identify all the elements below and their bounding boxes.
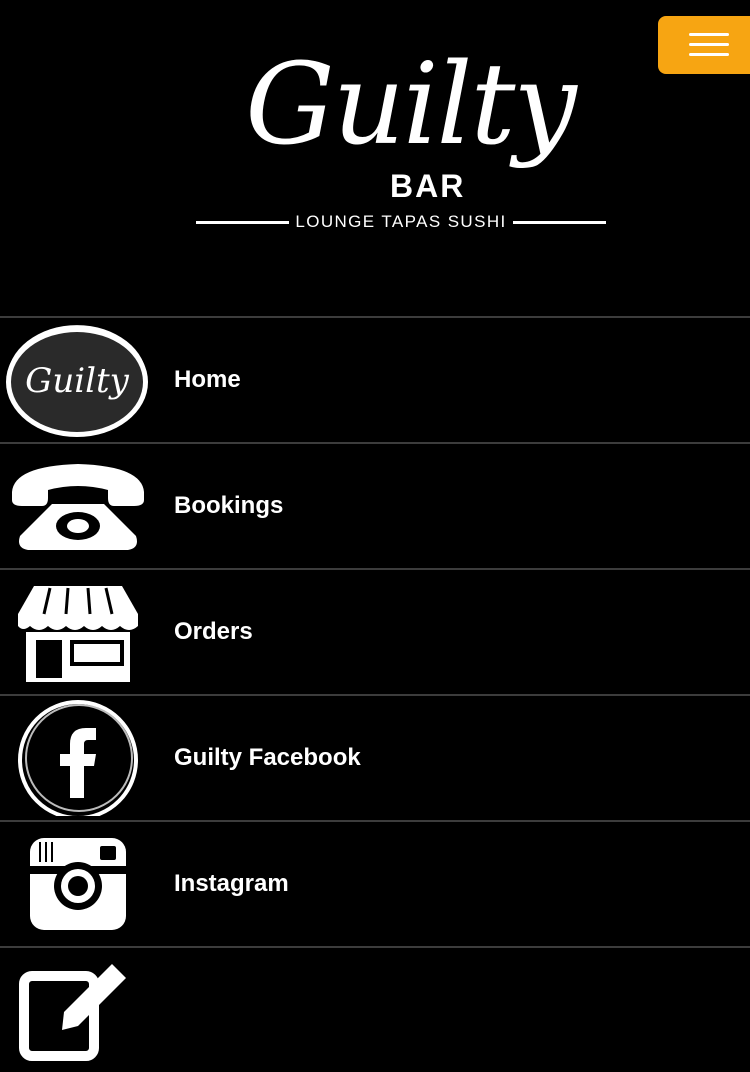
menu-toggle-button[interactable] [658, 16, 750, 74]
facebook-icon [4, 700, 152, 816]
menu-item-facebook[interactable]: Guilty Facebook [0, 694, 750, 820]
menu-item-label-orders: Orders [174, 618, 253, 645]
tagline-rule-right [512, 220, 606, 224]
menu-item-label-facebook: Guilty Facebook [174, 744, 361, 771]
menu-item-label-bookings: Bookings [174, 492, 284, 519]
menu-item-orders[interactable]: Orders [0, 568, 750, 694]
hamburger-icon-bar-1 [689, 33, 729, 36]
logo-tagline-row: LOUNGE TAPAS SUSHI [196, 212, 606, 232]
storefront-icon [4, 574, 152, 690]
menu-item-label-instagram: Instagram [174, 870, 289, 897]
guilty-bar-logo: Guilty BAR LOUNGE TAPAS SUSHI [190, 40, 630, 240]
logo-script-text: Guilty [245, 40, 577, 170]
menu-item-bookings[interactable]: Bookings [0, 442, 750, 568]
hamburger-icon-bar-3 [689, 53, 729, 56]
menu-item-edit[interactable] [0, 946, 750, 1072]
hamburger-icon-bar-2 [689, 43, 729, 46]
guilty-logo-icon-text: Guilty [25, 361, 129, 401]
telephone-icon [4, 448, 152, 564]
edit-icon [4, 952, 152, 1068]
menu-item-instagram[interactable]: Instagram [0, 820, 750, 946]
app-header: Guilty BAR LOUNGE TAPAS SUSHI [0, 0, 750, 318]
logo-bar-text: BAR [390, 168, 466, 204]
menu-item-label-home: Home [174, 366, 241, 393]
instagram-icon [4, 826, 152, 942]
tagline-rule-left [196, 220, 290, 224]
guilty-logo-icon: Guilty [4, 322, 152, 438]
nav-menu: Guilty Home Bookings Orders Guilty Faceb… [0, 316, 750, 1072]
menu-item-home[interactable]: Guilty Home [0, 316, 750, 442]
logo-tagline: LOUNGE TAPAS SUSHI [295, 212, 507, 231]
